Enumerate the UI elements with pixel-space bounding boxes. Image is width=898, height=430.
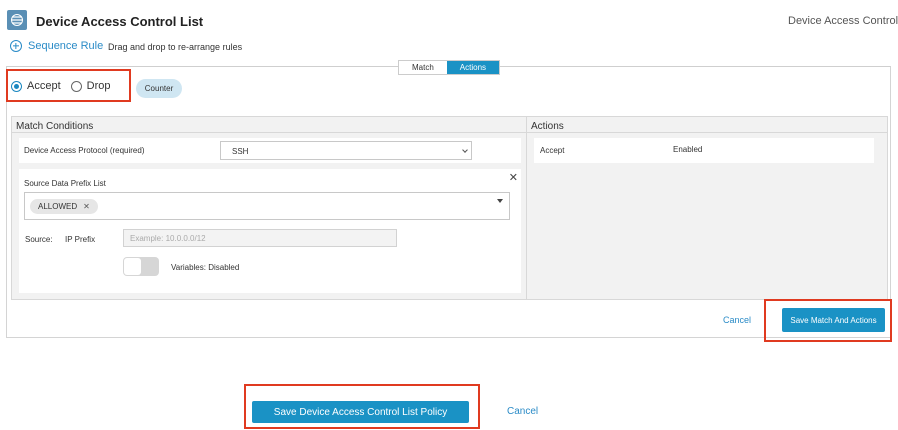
chip-remove-icon[interactable]: ✕	[83, 202, 90, 211]
action-row: Accept Enabled	[534, 138, 874, 163]
sequence-rule-label: Sequence Rule	[28, 40, 104, 52]
page-title: Device Access Control List	[36, 14, 204, 29]
actions-title: Actions	[531, 121, 564, 132]
variables-label: Variables: Disabled	[171, 263, 240, 272]
header-right-title: Device Access Control Lis	[788, 15, 898, 27]
protocol-select[interactable]: SSH	[220, 141, 472, 160]
save-match-highlight-box	[764, 299, 892, 342]
match-actions-tabs: Match Actions	[398, 60, 501, 75]
action-name: Accept	[540, 146, 565, 155]
cancel-match-link[interactable]: Cancel	[723, 315, 751, 325]
caret-down-icon	[497, 199, 503, 203]
toggle-knob	[124, 258, 141, 275]
prefix-list-select[interactable]: ALLOWED ✕	[24, 192, 510, 220]
cancel-policy-link[interactable]: Cancel	[507, 406, 538, 417]
drag-hint: Drag and drop to re-arrange rules	[108, 42, 243, 52]
divider	[12, 132, 526, 133]
prefix-list-label: Source Data Prefix List	[24, 179, 106, 188]
match-conditions-title: Match Conditions	[16, 121, 94, 132]
variables-toggle[interactable]	[123, 257, 159, 276]
prefix-chip: ALLOWED ✕	[30, 199, 98, 214]
sequence-rule-button[interactable]: Sequence Rule	[10, 40, 103, 52]
tab-actions[interactable]: Actions	[446, 61, 500, 74]
counter-button[interactable]: Counter	[136, 79, 182, 98]
protocol-label: Device Access Protocol (required)	[24, 146, 145, 155]
add-circle-icon	[10, 40, 22, 52]
chevron-down-icon	[462, 147, 468, 153]
ip-prefix-label: IP Prefix	[65, 235, 96, 244]
source-data-prefix-card: ✕ Source Data Prefix List ALLOWED ✕ Sour…	[19, 169, 521, 293]
protocol-row: Device Access Protocol (required) SSH	[19, 138, 521, 163]
source-label: Source:	[25, 235, 53, 244]
actions-panel: Actions Accept Enabled	[526, 116, 888, 300]
acl-policy-icon	[7, 10, 27, 30]
divider	[527, 132, 887, 133]
radio-highlight-box	[6, 69, 131, 102]
save-policy-highlight-box	[244, 384, 480, 429]
close-icon[interactable]: ✕	[509, 171, 518, 184]
action-value: Enabled	[673, 145, 703, 154]
match-conditions-panel: Match Conditions Device Access Protocol …	[11, 116, 527, 300]
prefix-chip-label: ALLOWED	[38, 202, 78, 211]
tab-match[interactable]: Match	[399, 61, 447, 74]
protocol-value: SSH	[232, 147, 249, 156]
ip-prefix-input[interactable]: Example: 10.0.0.0/12	[123, 229, 397, 247]
